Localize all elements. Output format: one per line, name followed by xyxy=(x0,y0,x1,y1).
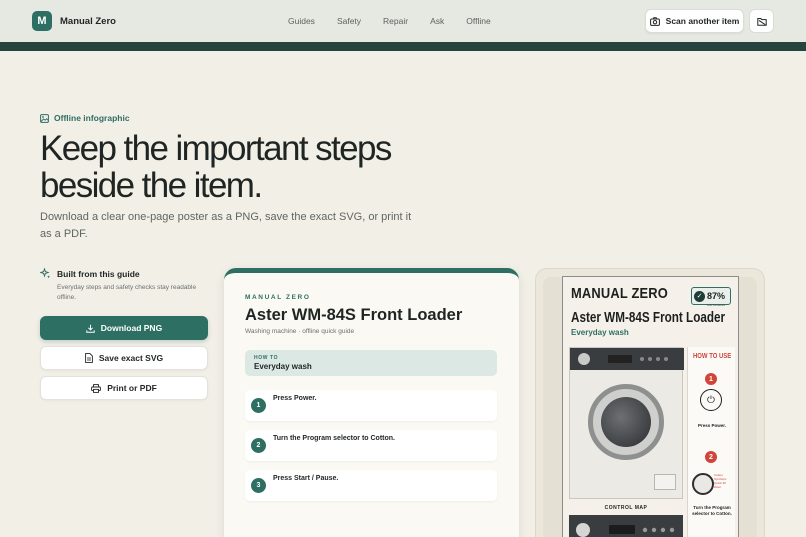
scan-another-button[interactable]: Scan another item xyxy=(645,9,744,33)
file-icon xyxy=(85,353,93,363)
offline-save-button[interactable] xyxy=(749,9,774,33)
step-text: Turn the Program selector to Cotton. xyxy=(273,435,395,442)
poster-brand: MANUAL ZERO xyxy=(571,285,668,302)
panel-details-icon xyxy=(578,353,668,365)
step-text: Press Start / Pause. xyxy=(273,475,339,482)
download-png-label: Download PNG xyxy=(100,323,163,333)
poster-step-1: 1 xyxy=(705,373,717,385)
step-number: 3 xyxy=(251,478,266,493)
nav-safety[interactable]: Safety xyxy=(337,16,361,26)
poster-step-2: 2 xyxy=(705,451,717,463)
guide-card: MANUAL ZERO Aster WM-84S Front Loader Wa… xyxy=(224,268,519,537)
machine-door xyxy=(588,384,664,460)
poster-title: Aster WM-84S Front Loader xyxy=(571,309,726,326)
save-svg-button[interactable]: Save exact SVG xyxy=(40,346,208,370)
main-nav: Guides Safety Repair Ask Offline xyxy=(288,16,513,26)
card-title: Aster WM-84S Front Loader xyxy=(245,306,463,324)
page-title: Keep the important steps beside the item… xyxy=(40,129,392,205)
machine-filter-door xyxy=(654,474,676,490)
nav-offline[interactable]: Offline xyxy=(466,16,490,26)
how-to-use-column: HOW TO USE 1 ⏻ Press Power. 2 Cotton Syn… xyxy=(687,347,735,537)
step-item: 3 Press Start / Pause. xyxy=(245,470,497,501)
built-subtitle: Everyday steps and safety checks stay re… xyxy=(57,284,197,301)
confidence-sub: scan confidence xyxy=(707,303,726,307)
check-icon: ✓ xyxy=(694,290,705,302)
howto-label: HOW TO xyxy=(254,355,279,361)
how-to-use-title: HOW TO USE xyxy=(693,353,732,360)
header-stripe xyxy=(0,42,806,51)
built-title: Built from this guide xyxy=(57,268,140,279)
folder-offline-icon xyxy=(756,17,767,26)
step-item: 2 Turn the Program selector to Cotton. xyxy=(245,430,497,461)
built-from-guide: Built from this guide Everyday steps and… xyxy=(40,268,215,302)
printer-icon xyxy=(91,383,102,393)
step-number: 1 xyxy=(251,398,266,413)
camera-icon xyxy=(649,16,660,26)
save-svg-label: Save exact SVG xyxy=(98,353,164,363)
nav-repair[interactable]: Repair xyxy=(383,16,408,26)
download-icon xyxy=(86,324,95,333)
top-bar: M Manual Zero Guides Safety Repair Ask O… xyxy=(0,0,806,42)
program-knob-icon xyxy=(692,473,714,495)
hero-eyebrow: Offline infographic xyxy=(40,113,130,123)
nav-guides[interactable]: Guides xyxy=(288,16,315,26)
image-icon xyxy=(40,113,49,123)
card-eyebrow: MANUAL ZERO xyxy=(245,294,311,301)
print-pdf-button[interactable]: Print or PDF xyxy=(40,376,208,400)
knob-labels: Cotton Synthetic Quick 30 Wool xyxy=(714,473,727,489)
brand[interactable]: M Manual Zero xyxy=(32,11,116,31)
brand-logo: M xyxy=(32,11,52,31)
howto-value: Everyday wash xyxy=(254,362,312,371)
step-number: 2 xyxy=(251,438,266,453)
poster-step-2-caption: Turn the Program selector to Cotton. xyxy=(692,505,732,516)
brand-name: Manual Zero xyxy=(60,15,116,27)
nav-ask[interactable]: Ask xyxy=(430,16,444,26)
machine-control-panel xyxy=(570,348,684,370)
poster-subtitle: Everyday wash xyxy=(571,328,629,337)
step-item: 1 Press Power. xyxy=(245,390,497,421)
confidence-value: 87% xyxy=(707,290,726,301)
control-map-icon xyxy=(576,523,675,537)
control-map xyxy=(569,515,683,537)
poster-preview: MANUAL ZERO ✓ 87% scan confidence Aster … xyxy=(562,276,739,537)
power-icon: ⏻ xyxy=(700,389,722,411)
poster-step-1-caption: Press Power. xyxy=(697,423,727,428)
howto-box: HOW TO Everyday wash xyxy=(245,350,497,376)
sparkle-icon xyxy=(40,268,51,279)
step-text: Press Power. xyxy=(273,395,317,402)
scan-another-label: Scan another item xyxy=(665,16,740,26)
page-subtitle: Download a clear one-page poster as a PN… xyxy=(40,211,412,240)
download-png-button[interactable]: Download PNG xyxy=(40,316,208,340)
card-subtitle: Washing machine · offline quick guide xyxy=(245,328,355,335)
print-pdf-label: Print or PDF xyxy=(107,383,157,393)
hero-eyebrow-label: Offline infographic xyxy=(54,113,130,123)
washing-machine-illustration xyxy=(569,347,684,499)
confidence-badge: ✓ 87% scan confidence xyxy=(691,287,731,307)
control-map-label: CONTROL MAP xyxy=(604,505,648,511)
